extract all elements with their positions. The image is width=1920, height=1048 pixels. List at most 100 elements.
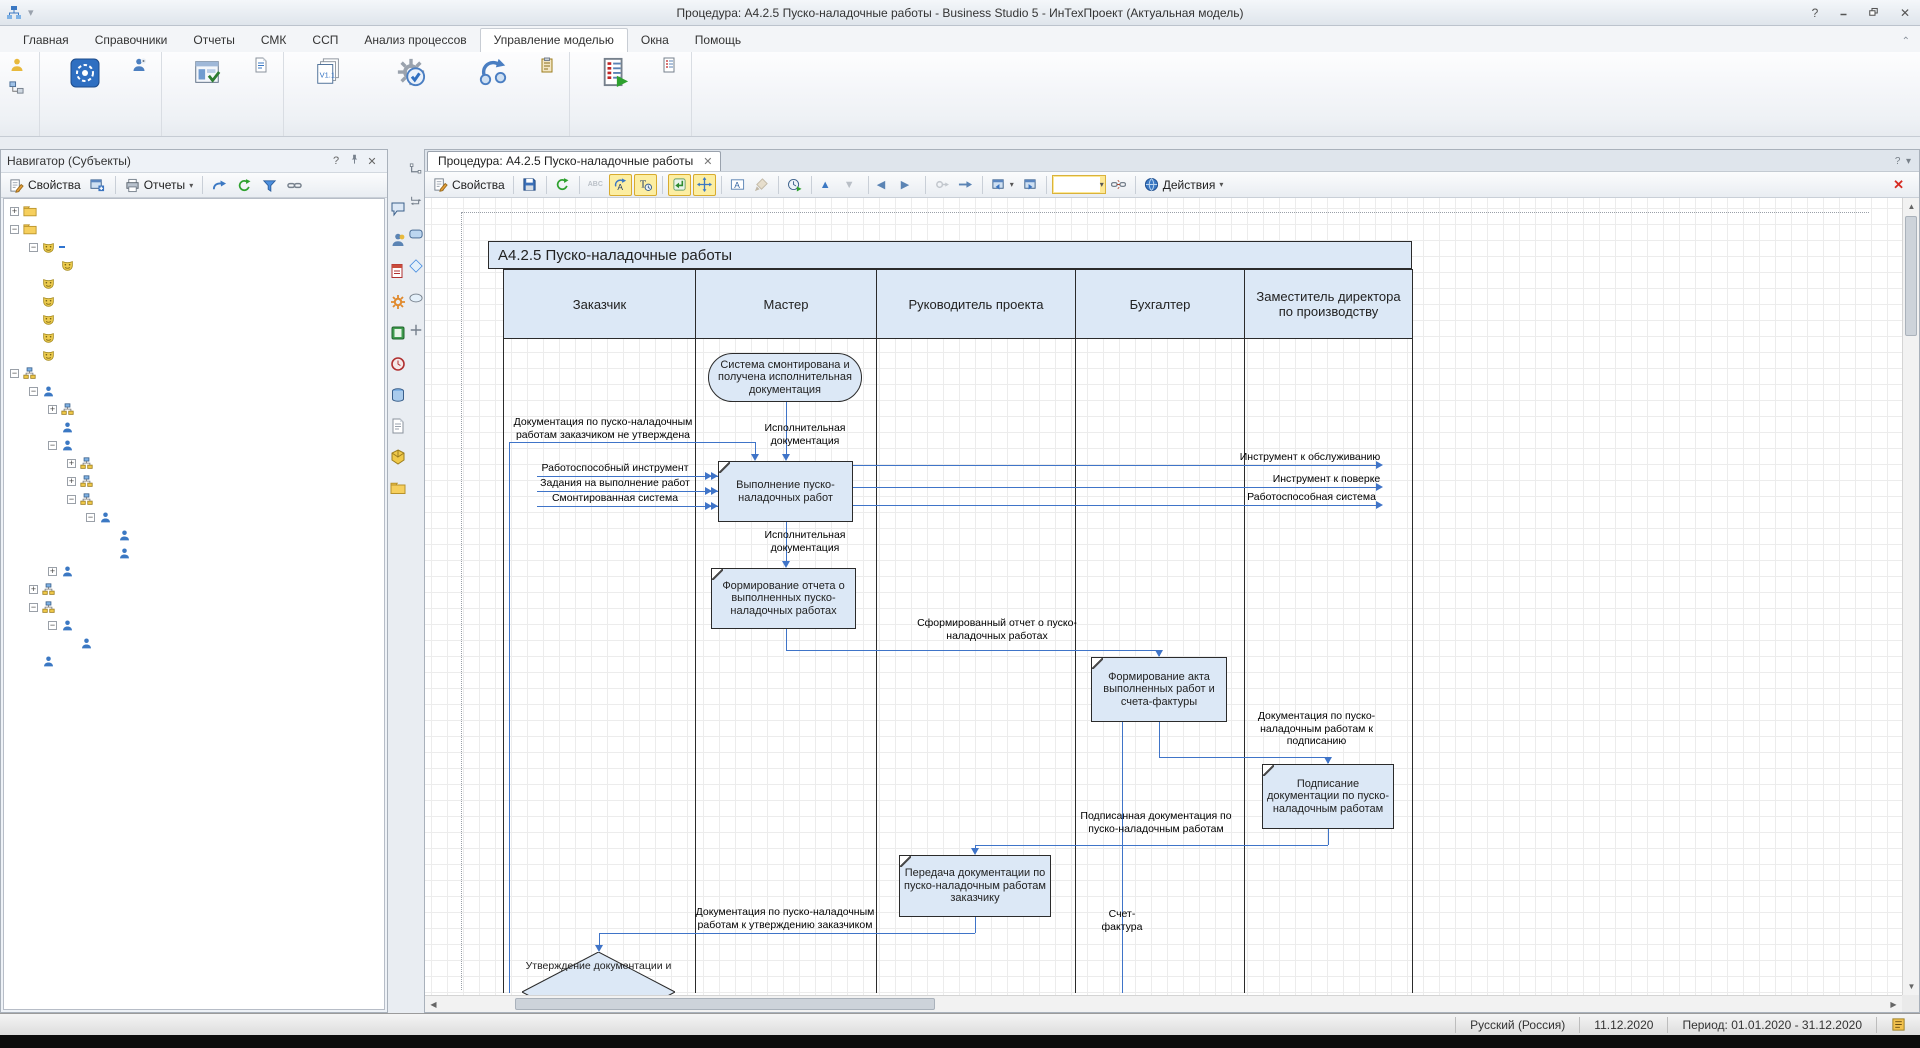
doc-move-fit-button[interactable]	[693, 174, 716, 196]
tree-item[interactable]: −	[4, 598, 384, 616]
ribbon-tab-4[interactable]: ССП	[299, 29, 351, 52]
doc-right-nav-button[interactable]: ▶	[898, 174, 920, 196]
diagram-node-action[interactable]: Подписание документации по пуско-наладоч…	[1262, 764, 1394, 829]
doc-circ-gray-button[interactable]	[931, 174, 953, 196]
doc-refresh-button[interactable]	[552, 174, 574, 196]
shape-diamond-sm-icon[interactable]	[409, 259, 423, 273]
tree-item[interactable]	[4, 346, 384, 364]
tree-item[interactable]: −	[4, 508, 384, 526]
doc-win-next-button[interactable]	[1019, 174, 1041, 196]
doc-floppy-button[interactable]	[519, 174, 541, 196]
tree-item[interactable]: −	[4, 490, 384, 508]
ribbon-tab-5[interactable]: Анализ процессов	[351, 29, 479, 52]
doc-abc-button[interactable]: ABC	[585, 174, 607, 196]
doc-up-blue-button[interactable]: ▲	[817, 174, 839, 196]
tree-item[interactable]	[4, 328, 384, 346]
scroll-right-icon[interactable]: ▶	[1885, 996, 1902, 1013]
nav-redo-button[interactable]	[209, 174, 231, 196]
tree-item[interactable]	[4, 544, 384, 562]
scroll-left-icon[interactable]: ◀	[425, 996, 442, 1013]
diagram-node-decision[interactable]: Утверждение документации и	[522, 952, 675, 995]
doc-unlink-button[interactable]	[1108, 174, 1130, 196]
tree-item[interactable]: +	[4, 202, 384, 220]
diagram-node-action[interactable]: Передача документации по пуско-наладочны…	[899, 855, 1051, 917]
doc-page-edit-button[interactable]: Свойства	[430, 174, 508, 196]
tree-item[interactable]: +	[4, 400, 384, 418]
tree-item[interactable]	[4, 292, 384, 310]
shape-link-arrows-icon[interactable]	[409, 195, 423, 209]
tree-item[interactable]	[4, 274, 384, 292]
ribbon-button-Применить ветку[interactable]	[457, 55, 529, 90]
tree-item[interactable]	[4, 652, 384, 670]
tree-item[interactable]: +	[4, 454, 384, 472]
shape-cross-sm-icon[interactable]	[409, 323, 423, 337]
tree-expander-icon[interactable]: +	[48, 567, 57, 576]
tree-expander-icon[interactable]: −	[29, 387, 38, 396]
tree-expander-icon[interactable]: +	[67, 459, 76, 468]
palette-book-green-icon[interactable]	[390, 325, 406, 341]
diagram-node-start[interactable]: Система смонтирована и получена исполнит…	[708, 353, 862, 402]
zoom-combobox[interactable]: ▾	[1052, 175, 1106, 194]
tree-item[interactable]	[4, 256, 384, 274]
doc-a-box-button[interactable]: A	[727, 174, 749, 196]
ribbon-button-Проекты[interactable]	[253, 57, 274, 73]
scroll-up-icon[interactable]: ▲	[1903, 198, 1920, 215]
status-period[interactable]: Период: 01.01.2020 - 31.12.2020	[1667, 1017, 1876, 1033]
window-close-button[interactable]: ✕	[1890, 3, 1920, 23]
tree-item[interactable]: −	[4, 220, 384, 238]
ribbon-button-Правила получения объектов[interactable]	[9, 80, 30, 95]
ribbon-button-Объекты с новыми версиями[interactable]: V1.1	[293, 55, 365, 90]
ribbon-collapse-icon[interactable]: ⌃	[1902, 36, 1910, 47]
doc-clock-run-button[interactable]	[784, 174, 806, 196]
palette-gear-orange-icon[interactable]	[390, 294, 406, 310]
diagram-node-action[interactable]: Формирование отчета о выполненных пуско-…	[711, 568, 856, 629]
navigator-pin-icon[interactable]	[345, 154, 363, 168]
nav-filter-button[interactable]	[259, 174, 281, 196]
tree-expander-icon[interactable]: −	[67, 495, 76, 504]
ribbon-tab-3[interactable]: СМК	[248, 29, 300, 52]
tree-expander-icon[interactable]: −	[48, 441, 57, 450]
nav-printer-button[interactable]: Отчеты▾	[122, 174, 197, 196]
doc-rotate-a-button[interactable]: А	[609, 174, 632, 196]
ribbon-tab-7[interactable]: Окна	[628, 29, 682, 52]
ribbon-button-Проверить ветку[interactable]	[375, 55, 447, 90]
doc-brush-button[interactable]	[751, 174, 773, 196]
ribbon-tab-6[interactable]: Управление моделью	[480, 28, 628, 52]
tree-item[interactable]: +	[4, 580, 384, 598]
horizontal-scrollbar[interactable]: ◀ ▶	[425, 995, 1902, 1012]
nav-chain-button[interactable]	[284, 174, 306, 196]
ribbon-tab-2[interactable]: Отчеты	[180, 29, 247, 52]
diagram-node-action[interactable]: Выполнение пуско-наладочных работ	[718, 461, 853, 522]
window-help-button[interactable]: ?	[1800, 3, 1830, 23]
status-language[interactable]: Русский (Россия)	[1455, 1017, 1579, 1033]
palette-doc-red-icon[interactable]	[390, 263, 406, 279]
palette-cube-yellow-icon[interactable]	[390, 449, 406, 465]
shape-elbow-icon[interactable]	[409, 163, 423, 177]
tree-item[interactable]: +	[4, 472, 384, 490]
shape-ellipse-sm-icon[interactable]	[409, 291, 423, 305]
tree-item[interactable]: −	[4, 364, 384, 382]
doc-text-clock-button[interactable]: Т	[634, 174, 657, 196]
diagram-canvas[interactable]: A4.2.5 Пуско-наладочные работыЗаказчикМа…	[425, 198, 1902, 995]
tree-item[interactable]: −	[4, 436, 384, 454]
nav-refresh-button[interactable]	[234, 174, 256, 196]
tree-expander-icon[interactable]: +	[48, 405, 57, 414]
palette-db-blue-icon[interactable]	[390, 387, 406, 403]
palette-doc-plain-icon[interactable]	[390, 418, 406, 434]
tree-expander-icon[interactable]: −	[29, 603, 38, 612]
tree-item[interactable]: −	[4, 616, 384, 634]
ribbon-button-Типы опроса[interactable]	[661, 57, 682, 73]
tree-item[interactable]: +	[4, 562, 384, 580]
hscroll-thumb[interactable]	[515, 998, 935, 1010]
ribbon-button-Управление пользователями[interactable]	[131, 57, 152, 73]
navigator-close-icon[interactable]: ✕	[363, 155, 381, 168]
tab-overflow-icons[interactable]: ? ▾	[1895, 156, 1911, 167]
vertical-scrollbar[interactable]: ▲ ▼	[1902, 198, 1919, 995]
window-minimize-button[interactable]	[1830, 3, 1860, 23]
palette-actor-icon[interactable]	[390, 232, 406, 248]
palette-callout-icon[interactable]	[390, 201, 406, 217]
tree-item[interactable]: −	[4, 382, 384, 400]
tree-expander-icon[interactable]: −	[10, 225, 19, 234]
shape-rounded-rect-icon[interactable]	[409, 227, 423, 241]
document-tab[interactable]: Процедура: A4.2.5 Пуско-наладочные работ…	[427, 151, 721, 171]
